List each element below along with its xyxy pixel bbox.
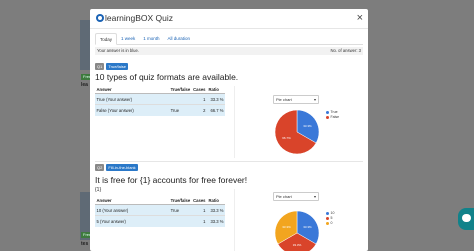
answer-cell: True (Your answer) bbox=[95, 93, 170, 105]
cases-cell: 1 bbox=[191, 93, 207, 105]
chevron-down-icon: ▾ bbox=[313, 97, 316, 102]
legend-label: False bbox=[330, 115, 340, 119]
answer-hint: Your answer is in blue. bbox=[97, 48, 139, 53]
chart-type-value: Pie chart bbox=[276, 97, 292, 102]
duration-tabs: Today 1 week 1 month All duration bbox=[95, 33, 363, 45]
column-cases: Cases bbox=[191, 197, 207, 205]
divider bbox=[95, 161, 363, 162]
column-true-false: True/false bbox=[169, 86, 192, 94]
modal-header: learningBOX Quiz × bbox=[90, 9, 368, 29]
true-false-cell: True bbox=[169, 104, 192, 116]
tab-all-duration[interactable]: All duration bbox=[164, 33, 195, 45]
legend-swatch bbox=[326, 111, 329, 114]
question-header: Q1 True/false bbox=[95, 63, 128, 70]
chat-button[interactable] bbox=[458, 208, 474, 230]
tab-1-week[interactable]: 1 week bbox=[117, 33, 139, 45]
column-answer: Answer bbox=[95, 197, 170, 205]
quiz-results-modal: learningBOX Quiz × Today 1 week 1 month … bbox=[90, 9, 368, 251]
pie-chart: 33.3% 66.7% bbox=[274, 109, 320, 155]
ratio-cell: 33.3 % bbox=[207, 215, 225, 227]
column-ratio: Ratio bbox=[207, 86, 225, 94]
chart-type-select[interactable]: Pie chart ▾ bbox=[273, 95, 319, 104]
legend-swatch bbox=[326, 212, 329, 215]
table-row: 5 (Your answer) 1 33.3 % bbox=[95, 215, 225, 227]
chart-legend: 10 5 0 bbox=[326, 211, 334, 226]
answer-table: Answer True/false Cases Ratio True (Your… bbox=[95, 86, 225, 116]
background-quiz-title[interactable]: tes bbox=[81, 241, 88, 247]
chat-icon bbox=[462, 214, 471, 222]
table-row: True (Your answer) 1 33.3 % bbox=[95, 93, 225, 105]
table-row: 10 (Your answer) True 1 33.3 % bbox=[95, 204, 225, 216]
chart-type-value: Pie chart bbox=[276, 194, 292, 199]
question-number: Q1 bbox=[95, 63, 105, 70]
legend-swatch bbox=[326, 222, 329, 225]
legend-item: False bbox=[326, 115, 339, 120]
close-button[interactable]: × bbox=[357, 13, 363, 24]
pie-data-label: 33.3% bbox=[303, 124, 312, 128]
question-title: 10 types of quiz formats are available. bbox=[95, 72, 239, 82]
pie-data-label: 33.3% bbox=[303, 225, 312, 229]
column-ratio: Ratio bbox=[207, 197, 225, 205]
blank-placeholder: {1} bbox=[95, 187, 102, 193]
question-number: Q2 bbox=[95, 164, 105, 171]
question-header: Q2 Fill-in-the-blank bbox=[95, 164, 138, 171]
background-quiz-title[interactable]: lea bbox=[81, 82, 88, 88]
legend-label: 0 bbox=[330, 221, 333, 225]
question-type-badge: True/false bbox=[106, 63, 128, 70]
chart-type-select[interactable]: Pie chart ▾ bbox=[273, 192, 319, 201]
chart-legend: True False bbox=[326, 110, 339, 120]
cases-cell: 1 bbox=[191, 215, 207, 227]
table-row: False (Your answer) True 2 66.7 % bbox=[95, 104, 225, 116]
legend-item: 0 bbox=[326, 221, 334, 226]
learningbox-logo-icon bbox=[96, 14, 104, 22]
column-answer: Answer bbox=[95, 86, 170, 94]
chart-panel: Pie chart ▾ 33.3% 33.3% 33.3% 10 5 0 bbox=[234, 189, 358, 251]
column-true-false: True/false bbox=[169, 197, 192, 205]
chevron-down-icon: ▾ bbox=[313, 194, 316, 199]
answer-table: Answer True/false Cases Ratio 10 (Your a… bbox=[95, 197, 225, 227]
cases-cell: 1 bbox=[191, 204, 207, 216]
legend-swatch bbox=[326, 116, 329, 119]
question-list: Q1 True/false 10 types of quiz formats a… bbox=[90, 59, 368, 251]
cases-cell: 2 bbox=[191, 104, 207, 116]
true-false-cell: True bbox=[169, 204, 192, 216]
pie-data-label: 33.3% bbox=[293, 243, 302, 247]
true-false-cell bbox=[169, 93, 192, 105]
answer-cell: False (Your answer) bbox=[95, 104, 170, 116]
info-bar: Your answer is in blue. No. of answer: 3 bbox=[95, 47, 363, 55]
tab-1-month[interactable]: 1 month bbox=[139, 33, 163, 45]
modal-title: learningBOX Quiz bbox=[105, 13, 174, 23]
tab-today[interactable]: Today bbox=[95, 33, 118, 45]
answer-cell: 10 (Your answer) bbox=[95, 204, 170, 216]
ratio-cell: 33.3 % bbox=[207, 204, 225, 216]
ratio-cell: 33.3 % bbox=[207, 93, 225, 105]
column-cases: Cases bbox=[191, 86, 207, 94]
chart-panel: Pie chart ▾ 33.3% 66.7% True False bbox=[234, 86, 358, 158]
pie-data-label: 66.7% bbox=[282, 136, 291, 140]
legend-swatch bbox=[326, 217, 329, 220]
answer-count: No. of answer: 3 bbox=[330, 48, 362, 53]
ratio-cell: 66.7 % bbox=[207, 104, 225, 116]
question-type-badge: Fill-in-the-blank bbox=[106, 164, 138, 171]
true-false-cell bbox=[169, 215, 192, 227]
pie-chart: 33.3% 33.3% 33.3% bbox=[274, 210, 320, 251]
question-title: It is free for {1} accounts for free for… bbox=[95, 175, 248, 185]
pie-data-label: 33.3% bbox=[282, 225, 291, 229]
answer-cell: 5 (Your answer) bbox=[95, 215, 170, 227]
